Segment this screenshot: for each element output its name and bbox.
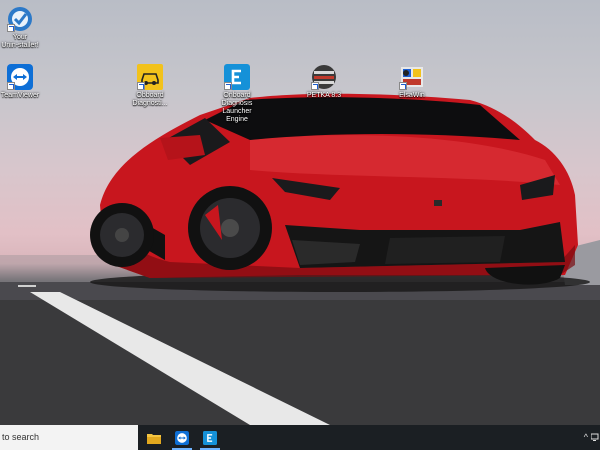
desktop-icon-label: Diagnosti... <box>132 100 168 107</box>
network-icon[interactable] <box>591 433 600 442</box>
launcher-e-icon <box>203 430 217 445</box>
desktop-icon-your-uninstaller[interactable]: Your Unin-staller! <box>0 6 50 50</box>
petka-icon <box>311 64 337 90</box>
desktop-icon-elsawin[interactable]: ElsaWin <box>382 64 442 100</box>
desktop-icon-petka[interactable]: PETKA 8.3 <box>294 64 354 100</box>
desktop-icon-label: Your <box>12 34 28 41</box>
desktop-icon-label: Diagnosis <box>221 100 253 107</box>
taskbar-app-teamviewer[interactable] <box>169 425 195 450</box>
desktop-icon-label: Obboard <box>136 92 164 99</box>
search-placeholder: to search <box>2 432 40 442</box>
folder-icon <box>147 433 161 444</box>
launcher-e-icon <box>224 64 250 90</box>
desktop-icon-label: Unin-staller! <box>1 42 39 49</box>
desktop-icon-teamviewer[interactable]: TeamViewer <box>0 64 50 100</box>
teamviewer-icon <box>175 430 189 445</box>
desktop-icon-label: ElsaWin <box>399 92 425 99</box>
taskbar-search-box[interactable]: to search <box>0 425 138 450</box>
desktop-icon-label: PETKA 8.3 <box>306 92 342 99</box>
taskbar-app-file-explorer[interactable] <box>141 425 167 450</box>
taskbar: to search ^ <box>0 425 600 450</box>
tray-show-hidden-icons-chevron[interactable]: ^ <box>584 425 588 450</box>
uninstaller-icon <box>7 6 33 32</box>
elsawin-icon <box>399 64 425 90</box>
desktop-icon-obd-launcher-engine[interactable]: Onboard Diagnosis Launcher Engine <box>207 64 267 124</box>
desktop-icon-label: Engine <box>226 116 248 123</box>
desktop: Your Unin-staller! TeamViewer Obboard Di… <box>0 0 600 425</box>
desktop-icon-label: TeamViewer <box>0 92 40 99</box>
teamviewer-icon <box>7 64 33 90</box>
taskbar-app-obd-launcher[interactable] <box>197 425 223 450</box>
car-diagnostic-icon <box>137 64 163 90</box>
desktop-icon-label: Onboard <box>223 92 251 99</box>
desktop-icon-obd-diagnosis[interactable]: Obboard Diagnosti... <box>120 64 180 108</box>
desktop-icon-label: Launcher <box>222 108 252 115</box>
